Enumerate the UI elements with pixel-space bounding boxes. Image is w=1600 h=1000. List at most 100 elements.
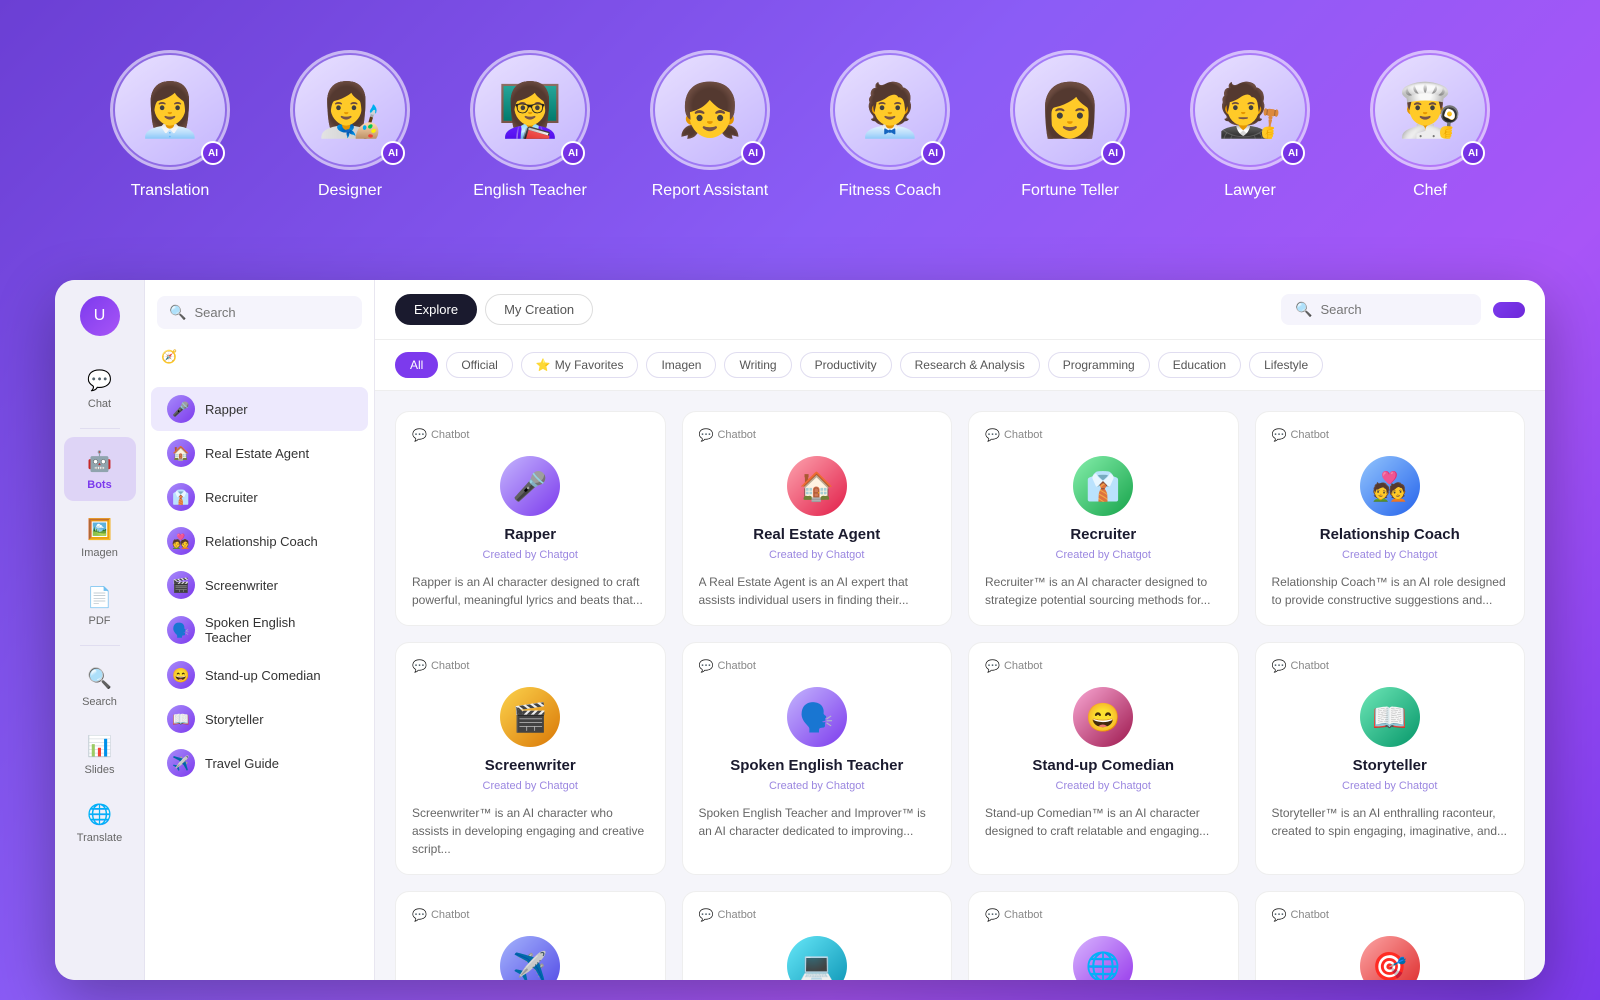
bot-card-screenwriter[interactable]: 💬 Chatbot 🎬 Screenwriter Created by Chat… <box>395 642 666 875</box>
main-panel: U 💬 Chat 🤖 Bots 🖼️ Imagen 📄 PDF 🔍 Search… <box>55 280 1545 980</box>
left-bot-item-relationship-coach[interactable]: 💑 Relationship Coach ··· <box>151 519 368 563</box>
left-bot-item-storyteller[interactable]: 📖 Storyteller ··· <box>151 697 368 741</box>
left-bot-name: Travel Guide <box>205 756 324 771</box>
carousel-avatar-fitness-coach: 🧑‍💼 AI <box>830 50 950 170</box>
sidebar-label-translate: Translate <box>77 832 122 844</box>
ai-badge-english-teacher: AI <box>561 141 585 165</box>
filter-tag-education[interactable]: Education <box>1158 352 1241 378</box>
filter-tag-lifestyle[interactable]: Lifestyle <box>1249 352 1323 378</box>
bot-avatar-5: 🗣️ <box>787 687 847 747</box>
left-bot-avatar: 🏠 <box>167 439 195 467</box>
sidebar-item-chat[interactable]: 💬 Chat <box>64 356 136 420</box>
left-search-container: 🔍 <box>157 296 362 329</box>
main-content: ExploreMy Creation 🔍 AllOfficial⭐My Favo… <box>375 280 1545 980</box>
carousel-avatar-designer: 👩‍🎨 AI <box>290 50 410 170</box>
left-bot-item-stand-up-comedian[interactable]: 😄 Stand-up Comedian ··· <box>151 653 368 697</box>
left-bot-item-screenwriter[interactable]: 🎬 Screenwriter ··· <box>151 563 368 607</box>
sidebar-item-bots[interactable]: 🤖 Bots <box>64 437 136 501</box>
carousel-label-translation: Translation <box>131 182 210 200</box>
bot-desc-6: Stand-up Comedian™ is an AI character de… <box>985 804 1222 840</box>
filter-tag-official[interactable]: Official <box>446 352 512 378</box>
sidebar-item-slides[interactable]: 📊 Slides <box>64 722 136 786</box>
sidebar-icon-slides: 📊 <box>86 732 114 760</box>
chatbot-icon: 💬 <box>699 659 714 673</box>
carousel-item-chef[interactable]: 👨‍🍳 AI Chef <box>1370 50 1490 200</box>
filter-tag-my-favorites[interactable]: ⭐My Favorites <box>521 352 639 378</box>
left-bot-item-real-estate-agent[interactable]: 🏠 Real Estate Agent ··· <box>151 431 368 475</box>
main-search-input[interactable] <box>1320 302 1467 317</box>
chatbot-icon: 💬 <box>412 908 427 922</box>
filter-tag-imagen[interactable]: Imagen <box>646 352 716 378</box>
chatbot-icon: 💬 <box>985 908 1000 922</box>
carousel-item-fortune-teller[interactable]: 👩 AI Fortune Teller <box>1010 50 1130 200</box>
bot-card-web-design-consultant[interactable]: 💬 Chatbot 🌐 Web Design Consultant Create… <box>968 891 1239 980</box>
bot-card-storyteller[interactable]: 💬 Chatbot 📖 Storyteller Created by Chatg… <box>1255 642 1526 875</box>
filter-tag-research[interactable]: Research & Analysis <box>900 352 1040 378</box>
bot-avatar-7: 📖 <box>1360 687 1420 747</box>
create-bot-button[interactable] <box>1493 302 1525 318</box>
bot-avatar-3: 💑 <box>1360 456 1420 516</box>
tab-group: Explore My Creation <box>395 294 593 325</box>
tab-my-creation[interactable]: My Creation <box>485 294 593 325</box>
chatbot-label: 💬 Chatbot <box>699 659 756 673</box>
chatbot-label: 💬 Chatbot <box>412 428 469 442</box>
carousel-label-lawyer: Lawyer <box>1224 182 1276 200</box>
carousel-item-report-assistant[interactable]: 👧 AI Report Assistant <box>650 50 770 200</box>
filter-tag-programming[interactable]: Programming <box>1048 352 1150 378</box>
filter-tag-productivity[interactable]: Productivity <box>800 352 892 378</box>
sidebar-icon-search: 🔍 <box>86 664 114 692</box>
sidebar-item-translate[interactable]: 🌐 Translate <box>64 790 136 854</box>
left-bot-item-spoken-english-teacher[interactable]: 🗣️ Spoken English Teacher ··· <box>151 607 368 653</box>
bot-desc-4: Screenwriter™ is an AI character who ass… <box>412 804 649 858</box>
left-bot-name: Rapper <box>205 402 324 417</box>
bot-card-position-interviewer[interactable]: 💬 Chatbot 🎯 Position Interviewer Created… <box>1255 891 1526 980</box>
chatbot-icon: 💬 <box>699 908 714 922</box>
user-avatar[interactable]: U <box>80 296 120 336</box>
sidebar-item-imagen[interactable]: 🖼️ Imagen <box>64 505 136 569</box>
carousel-avatar-chef: 👨‍🍳 AI <box>1370 50 1490 170</box>
left-bot-avatar: 🎤 <box>167 395 195 423</box>
bot-card-rapper[interactable]: 💬 Chatbot 🎤 Rapper Created by Chatgot Ra… <box>395 411 666 626</box>
bot-card-ux/ui-developer[interactable]: 💬 Chatbot 💻 UX/UI Developer Created by C… <box>682 891 953 980</box>
carousel-label-fitness-coach: Fitness Coach <box>839 182 941 200</box>
carousel-item-fitness-coach[interactable]: 🧑‍💼 AI Fitness Coach <box>830 50 950 200</box>
bot-card-relationship-coach[interactable]: 💬 Chatbot 💑 Relationship Coach Created b… <box>1255 411 1526 626</box>
ai-badge-report-assistant: AI <box>741 141 765 165</box>
left-bot-item-travel-guide[interactable]: ✈️ Travel Guide ··· <box>151 741 368 785</box>
chatbot-icon: 💬 <box>985 428 1000 442</box>
bot-card-spoken-english-teacher[interactable]: 💬 Chatbot 🗣️ Spoken English Teacher Crea… <box>682 642 953 875</box>
bot-name-6: Stand-up Comedian <box>1032 757 1174 774</box>
bot-card-travel-guide[interactable]: 💬 Chatbot ✈️ Travel Guide Created by Cha… <box>395 891 666 980</box>
left-search-input[interactable] <box>194 305 350 320</box>
bot-creator-0: Created by Chatgot <box>483 549 578 561</box>
ai-badge-designer: AI <box>381 141 405 165</box>
filter-tag-writing[interactable]: Writing <box>724 352 791 378</box>
filter-label-all: All <box>410 358 423 372</box>
carousel-avatar-lawyer: 🧑‍⚖️ AI <box>1190 50 1310 170</box>
ai-badge-lawyer: AI <box>1281 141 1305 165</box>
carousel-item-english-teacher[interactable]: 👩‍🏫 AI English Teacher <box>470 50 590 200</box>
bot-avatar-10: 🌐 <box>1073 936 1133 980</box>
sidebar-item-search[interactable]: 🔍 Search <box>64 654 136 718</box>
bot-list: 🎤 Rapper ··· 🏠 Real Estate Agent ··· 👔 R… <box>145 387 374 964</box>
left-bot-item-recruiter[interactable]: 👔 Recruiter ··· <box>151 475 368 519</box>
tab-explore[interactable]: Explore <box>395 294 477 325</box>
carousel-item-lawyer[interactable]: 🧑‍⚖️ AI Lawyer <box>1190 50 1310 200</box>
filter-label-lifestyle: Lifestyle <box>1264 358 1308 372</box>
left-bot-item-rapper[interactable]: 🎤 Rapper ··· <box>151 387 368 431</box>
bot-card-real-estate-agent[interactable]: 💬 Chatbot 🏠 Real Estate Agent Created by… <box>682 411 953 626</box>
carousel-item-translation[interactable]: 👩‍💼 AI Translation <box>110 50 230 200</box>
carousel-avatar-english-teacher: 👩‍🏫 AI <box>470 50 590 170</box>
bot-desc-7: Storyteller™ is an AI enthralling racont… <box>1272 804 1509 840</box>
left-bot-name: Recruiter <box>205 490 324 505</box>
sidebar-label-imagen: Imagen <box>81 547 118 559</box>
carousel-item-designer[interactable]: 👩‍🎨 AI Designer <box>290 50 410 200</box>
chatbot-icon: 💬 <box>1272 428 1287 442</box>
filter-tag-all[interactable]: All <box>395 352 438 378</box>
bot-card-stand-up-comedian[interactable]: 💬 Chatbot 😄 Stand-up Comedian Created by… <box>968 642 1239 875</box>
bot-card-recruiter[interactable]: 💬 Chatbot 👔 Recruiter Created by Chatgot… <box>968 411 1239 626</box>
explore-button[interactable]: 🧭 <box>145 341 374 373</box>
sidebar-item-pdf[interactable]: 📄 PDF <box>64 573 136 637</box>
bot-creator-5: Created by Chatgot <box>769 780 864 792</box>
left-bot-avatar: 📖 <box>167 705 195 733</box>
